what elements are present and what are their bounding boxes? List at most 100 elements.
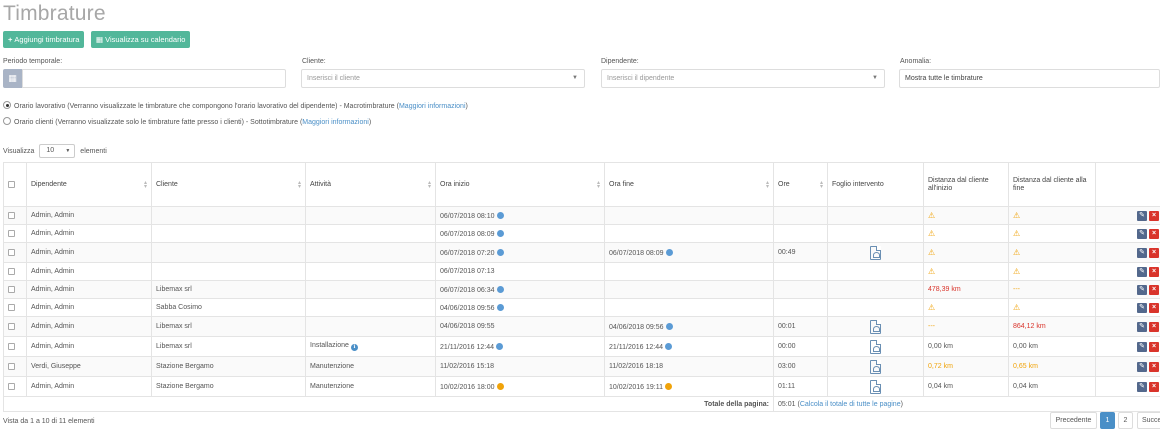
- row-select-cell[interactable]: [3, 356, 27, 377]
- pagination-next[interactable]: Successivo: [1137, 412, 1160, 429]
- row-select-cell[interactable]: [3, 336, 27, 357]
- delete-icon[interactable]: ×: [1149, 341, 1159, 352]
- client-cell: Stazione Bergamo: [151, 376, 306, 397]
- pagination-page-1[interactable]: 1: [1100, 412, 1115, 429]
- row-select-cell[interactable]: [3, 316, 27, 337]
- calendar-view-button[interactable]: ▦ Visualizza su calendario: [91, 31, 191, 48]
- col-attivita[interactable]: Attività ▴ ▾: [305, 162, 436, 207]
- delete-icon[interactable]: ×: [1149, 321, 1159, 332]
- employee-cell: Admin, Admin: [26, 316, 152, 337]
- select-all-cell[interactable]: [3, 162, 27, 207]
- pdf-file-icon[interactable]: [870, 379, 881, 394]
- edit-icon[interactable]: ✎: [1137, 341, 1147, 352]
- info-icon[interactable]: i: [350, 344, 358, 351]
- col-distanza-inizio-label: Distanza dal cliente all'inizio: [928, 176, 989, 192]
- page-length-select[interactable]: 10 ▼: [39, 144, 76, 158]
- distance-end-cell: ⚠: [1008, 224, 1096, 243]
- edit-icon[interactable]: ✎: [1137, 247, 1147, 258]
- delete-icon[interactable]: ×: [1149, 266, 1159, 277]
- edit-icon[interactable]: ✎: [1137, 284, 1147, 295]
- select-all-checkbox[interactable]: [8, 180, 15, 188]
- employee-name: Verdi, Giuseppe: [31, 363, 81, 370]
- delete-icon[interactable]: ×: [1149, 381, 1159, 392]
- calc-all-pages-link[interactable]: Calcola il totale di tutte le pagine: [800, 401, 901, 408]
- row-select-cell[interactable]: [3, 280, 27, 299]
- employee-cell: Admin, Admin: [26, 280, 152, 299]
- row-checkbox[interactable]: [8, 303, 15, 311]
- pdf-file-icon[interactable]: [870, 359, 881, 374]
- edit-icon[interactable]: ✎: [1137, 321, 1147, 332]
- employee-select[interactable]: Inserisci il dipendente ▼: [601, 69, 885, 88]
- sheet-cell: [827, 242, 924, 263]
- period-input[interactable]: [22, 69, 286, 88]
- client-select[interactable]: Inserisci il cliente ▼: [301, 69, 585, 88]
- plus-icon: +: [8, 35, 13, 44]
- col-ore[interactable]: Ore ▴ ▾: [773, 162, 828, 207]
- radio-orario-lavorativo[interactable]: Orario lavorativo (Verranno visualizzate…: [3, 101, 468, 110]
- radio-unchecked-icon[interactable]: [3, 117, 11, 125]
- table-row[interactable]: Admin, Admin Stazione Bergamo Manutenzione…: [3, 376, 1160, 397]
- delete-icon[interactable]: ×: [1149, 302, 1159, 313]
- anomaly-select[interactable]: Mostra tutte le timbrature: [899, 69, 1160, 88]
- pagination-page-2[interactable]: 2: [1118, 412, 1133, 429]
- more-info-link[interactable]: Maggiori informazioni: [399, 103, 466, 110]
- page-length-control: Visualizza 10 ▼ elementi: [3, 144, 107, 158]
- delete-icon[interactable]: ×: [1149, 247, 1159, 258]
- row-checkbox[interactable]: [8, 229, 15, 237]
- anomaly-label: Anomalia:: [900, 58, 932, 65]
- delete-icon[interactable]: ×: [1149, 361, 1159, 372]
- table-row[interactable]: Admin, Admin 06/07/2018 08:10 ⚠ ⚠ ✎ ×: [3, 206, 1160, 225]
- edit-icon[interactable]: ✎: [1137, 210, 1147, 221]
- distance-end-cell: ---: [1008, 280, 1096, 299]
- row-select-cell[interactable]: [3, 376, 27, 397]
- table-row[interactable]: Admin, Admin Libemax srl 04/06/2018 09:55 0…: [3, 316, 1160, 337]
- radio-orario-clienti[interactable]: Orario clienti (Verranno visualizzate so…: [3, 117, 371, 126]
- pdf-file-icon[interactable]: [870, 245, 881, 260]
- table-row[interactable]: Admin, Admin Libemax srl Installazione i 21/…: [3, 336, 1160, 357]
- chevron-down-icon: ▼: [872, 75, 878, 81]
- row-checkbox[interactable]: [8, 362, 15, 370]
- calendar-addon-icon[interactable]: ▦: [3, 69, 22, 88]
- more-info-link[interactable]: Maggiori informazioni: [302, 119, 369, 126]
- edit-icon[interactable]: ✎: [1137, 302, 1147, 313]
- table-row[interactable]: Verdi, Giuseppe Stazione Bergamo Manutenzi…: [3, 356, 1160, 377]
- row-select-cell[interactable]: [3, 206, 27, 225]
- edit-icon[interactable]: ✎: [1137, 361, 1147, 372]
- row-checkbox[interactable]: [8, 342, 15, 350]
- col-ora-inizio[interactable]: Ora inizio ▴ ▾: [435, 162, 605, 207]
- add-timbratura-button[interactable]: + Aggiungi timbratura: [3, 31, 85, 48]
- table-row[interactable]: Admin, Admin 06/07/2018 07:20 06/07/2018 0…: [3, 242, 1160, 263]
- table-row[interactable]: Admin, Admin Sabba Cosimo 04/06/2018 09:56…: [3, 298, 1160, 317]
- pdf-file-icon[interactable]: [870, 319, 881, 334]
- col-cliente[interactable]: Cliente ▴ ▾: [151, 162, 306, 207]
- row-checkbox[interactable]: [8, 248, 15, 256]
- row-checkbox[interactable]: [8, 322, 15, 330]
- warning-icon: ⚠: [1013, 229, 1021, 238]
- table-row[interactable]: Admin, Admin 06/07/2018 08:09 ⚠ ⚠ ✎ ×: [3, 224, 1160, 243]
- row-select-cell[interactable]: [3, 242, 27, 263]
- edit-icon[interactable]: ✎: [1137, 228, 1147, 239]
- col-ora-fine[interactable]: Ora fine ▴ ▾: [604, 162, 774, 207]
- edit-icon[interactable]: ✎: [1137, 381, 1147, 392]
- delete-icon[interactable]: ×: [1149, 284, 1159, 295]
- table-row[interactable]: Admin, Admin Libemax srl 06/07/2018 06:34 4…: [3, 280, 1160, 299]
- row-select-cell[interactable]: [3, 262, 27, 281]
- col-dipendente[interactable]: Dipendente ▴ ▾: [26, 162, 152, 207]
- warning-icon: ⚠: [928, 229, 936, 238]
- pdf-file-icon[interactable]: [870, 339, 881, 354]
- row-select-cell[interactable]: [3, 224, 27, 243]
- row-checkbox[interactable]: [8, 382, 15, 390]
- start-time-cell: 10/02/2016 18:00: [435, 376, 605, 397]
- row-checkbox[interactable]: [8, 211, 15, 219]
- pagination-previous[interactable]: Precedente: [1050, 412, 1097, 429]
- row-checkbox[interactable]: [8, 267, 15, 275]
- start-time-cell: 11/02/2016 15:18: [435, 356, 605, 377]
- table-row[interactable]: Admin, Admin 06/07/2018 07:13 ⚠ ⚠ ✎ ×: [3, 262, 1160, 281]
- row-select-cell[interactable]: [3, 298, 27, 317]
- radio-checked-icon[interactable]: [3, 101, 11, 109]
- edit-icon[interactable]: ✎: [1137, 266, 1147, 277]
- table-info: Vista da 1 a 10 di 11 elementi: [3, 418, 95, 425]
- row-checkbox[interactable]: [8, 285, 15, 293]
- delete-icon[interactable]: ×: [1149, 228, 1159, 239]
- delete-icon[interactable]: ×: [1149, 210, 1159, 221]
